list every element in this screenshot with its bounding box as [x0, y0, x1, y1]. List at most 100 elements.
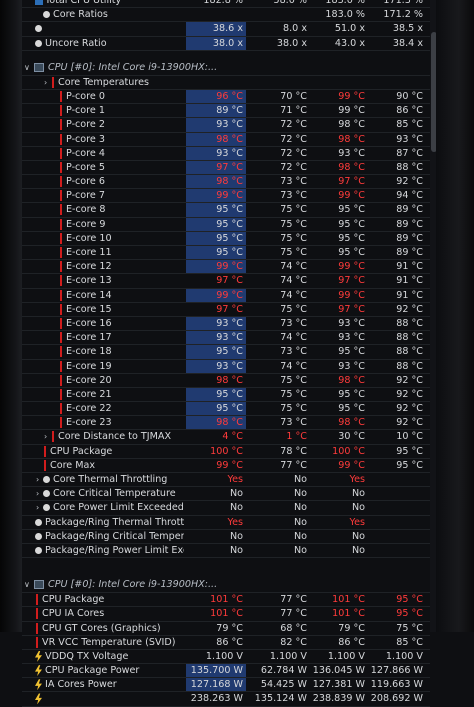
sensor-row[interactable]: CPU Package Power 135.700 W 62.784 W 136.04… [22, 664, 430, 679]
minimum-value: 75 °C [280, 403, 307, 415]
minimum-value: No [293, 530, 307, 542]
expand-chevron-icon[interactable]: › [36, 487, 39, 500]
sensor-row[interactable]: E-core 14 99 °C 74 °C 99 °C 91 °C [22, 288, 430, 303]
sensor-row[interactable]: E-core 9 95 °C 75 °C 95 °C 89 °C [22, 217, 430, 232]
sensor-row[interactable]: P-core 4 93 °C 72 °C 93 °C 87 °C [22, 146, 430, 161]
maximum-value: No [351, 530, 365, 542]
sensor-row[interactable]: Package/Ring Critical Temperature No No No [22, 530, 430, 544]
average-value [368, 76, 426, 89]
sensor-row[interactable]: P-core 6 98 °C 73 °C 97 °C 92 °C [22, 175, 430, 190]
current-value: 95 °C [186, 217, 246, 231]
maximum-value: 95 °C [338, 204, 365, 216]
sensor-row[interactable]: CPU Package 101 °C 77 °C 101 °C 95 °C [22, 593, 430, 608]
sensor-label: Core Critical Temperature [53, 488, 176, 500]
sensor-label: P-core 4 [66, 147, 105, 159]
minimum-value: No [293, 544, 307, 556]
thermometer-icon [60, 90, 62, 102]
sensor-row[interactable]: CPU GT Cores (Graphics) 79 °C 68 °C 79 °C 75… [22, 622, 430, 636]
expand-chevron-icon[interactable]: › [36, 501, 39, 514]
sensor-row[interactable]: CPU Package 100 °C 78 °C 100 °C 95 °C [22, 445, 430, 459]
sensor-row[interactable]: P-core 1 89 °C 71 °C 99 °C 86 °C [22, 104, 430, 119]
current-value: No [229, 502, 243, 514]
sensor-row[interactable]: Package/Ring Thermal Throttling Yes No Yes [22, 516, 430, 530]
sensor-row[interactable]: E-core 13 97 °C 74 °C 97 °C 91 °C [22, 274, 430, 289]
sensor-row[interactable]: P-core 3 98 °C 72 °C 98 °C 93 °C [22, 132, 430, 147]
expand-chevron-icon[interactable]: › [44, 76, 47, 89]
maximum-value: 99 °C [338, 459, 365, 471]
sensor-label: Core Max [50, 459, 96, 471]
sensor-row[interactable]: Uncore Ratio 38.0 x 38.0 x 43.0 x 38.4 x [22, 36, 430, 51]
sensor-row[interactable]: Core Ratios 183.0 % 171.2 % [22, 8, 430, 23]
sensor-group-header[interactable]: ∨ CPU [#0]: Intel Core i9-13900HX:... [22, 578, 430, 594]
sensor-row[interactable]: P-core 7 99 °C 73 °C 99 °C 94 °C [22, 189, 430, 204]
sensor-row[interactable]: Package/Ring Power Limit Exceeded No No No [22, 544, 430, 559]
sensor-row[interactable]: Total CPU Utility 182.8 % 58.0 % 183.0 % 171… [22, 0, 430, 9]
sensor-label: E-core 11 [66, 247, 112, 258]
expand-chevron-icon[interactable]: › [44, 430, 47, 443]
sensor-row[interactable]: VR VCC Temperature (SVID) 86 °C 82 °C 86 °C… [22, 636, 430, 650]
sensor-label: P-core 0 [66, 90, 105, 102]
sensor-row[interactable]: › Core Critical Temperature No No No [22, 487, 430, 502]
sensor-row[interactable]: VDDQ TX Voltage 1.100 V 1.100 V 1.100 V 1.10… [22, 650, 430, 665]
sensor-row[interactable]: E-core 23 98 °C 73 °C 98 °C 92 °C [22, 416, 430, 431]
current-value: 95 °C [186, 345, 246, 359]
maximum-value: 93 °C [338, 332, 365, 344]
average-value [368, 516, 426, 529]
sensor-row[interactable]: E-core 15 97 °C 75 °C 97 °C 92 °C [22, 303, 430, 317]
thermometer-icon [60, 261, 62, 273]
sensor-row[interactable]: E-core 20 98 °C 75 °C 98 °C 92 °C [22, 374, 430, 388]
sensor-row[interactable]: › Core Power Limit Exceeded No No No [22, 501, 430, 516]
sensor-row[interactable]: › Core Thermal Throttling Yes No Yes [22, 473, 430, 488]
average-value: 171.2 % [383, 9, 423, 21]
current-value: 101 °C [210, 594, 243, 606]
expand-chevron-icon[interactable]: › [36, 473, 39, 486]
current-value: 97 °C [186, 160, 246, 175]
sensor-row[interactable]: › Core Distance to TJMAX 4 °C 1 °C 30 °C 10 °… [22, 430, 430, 445]
sensor-row[interactable]: IA Cores Power 127.168 W 54.425 W 127.381 W… [22, 678, 430, 693]
thermometer-icon [60, 360, 62, 372]
average-value: 95 °C [396, 594, 423, 606]
sensor-row[interactable]: E-core 8 95 °C 75 °C 95 °C 89 °C [22, 203, 430, 218]
sensor-row[interactable]: P-core 2 93 °C 72 °C 98 °C 85 °C [22, 118, 430, 133]
sensor-row[interactable]: › Core Temperatures [22, 76, 430, 90]
minimum-value: 74 °C [280, 332, 307, 344]
sensor-row[interactable]: E-core 16 93 °C 73 °C 93 °C 88 °C [22, 316, 430, 332]
maximum-value: 183.0 % [325, 0, 365, 6]
collapse-chevron-icon[interactable]: ∨ [24, 61, 30, 75]
sensor-row[interactable]: E-core 11 95 °C 75 °C 95 °C 89 °C [22, 246, 430, 261]
collapse-chevron-icon[interactable]: ∨ [24, 578, 30, 592]
sensor-row[interactable]: E-core 12 99 °C 74 °C 99 °C 91 °C [22, 260, 430, 275]
minimum-value: 54.425 W [260, 679, 307, 691]
sensor-row[interactable]: E-core 22 95 °C 75 °C 95 °C 92 °C [22, 402, 430, 417]
maximum-value: 238.839 W [312, 693, 365, 705]
sensor-row[interactable]: E-core 19 93 °C 74 °C 93 °C 88 °C [22, 359, 430, 374]
sensor-row[interactable]: P-core 0 96 °C 70 °C 99 °C 90 °C [22, 89, 430, 105]
thermometer-icon [44, 445, 46, 457]
maximum-value: 136.045 W [312, 665, 365, 677]
current-value: Yes [227, 516, 244, 528]
sensor-row[interactable]: E-core 17 93 °C 74 °C 93 °C 88 °C [22, 331, 430, 346]
sensor-label: E-core 8 [66, 204, 106, 216]
sensor-label: P-core 1 [66, 105, 105, 117]
minimum-value: 72 °C [280, 147, 307, 159]
average-value: 91 °C [396, 275, 423, 287]
sensor-row[interactable]: 238.263 W 135.124 W 238.839 W 208.692 W [22, 692, 430, 707]
sensor-label: Core Temperatures [58, 76, 150, 88]
minimum-value: 75 °C [280, 218, 307, 230]
sensor-row[interactable]: E-core 10 95 °C 75 °C 95 °C 89 °C [22, 231, 430, 246]
sensor-row[interactable]: E-core 21 95 °C 75 °C 95 °C 92 °C [22, 387, 430, 403]
sensor-label: E-core 22 [66, 403, 112, 415]
sensor-row[interactable]: Core Max 99 °C 77 °C 99 °C 95 °C [22, 459, 430, 473]
average-value: 89 °C [396, 204, 423, 216]
maximum-value [312, 76, 368, 89]
maximum-value: 98 °C [338, 119, 365, 131]
sensor-row[interactable]: 38.6 x 8.0 x 51.0 x 38.5 x [22, 22, 430, 37]
average-value: 91 °C [396, 289, 423, 301]
sensor-row[interactable]: E-core 18 95 °C 73 °C 95 °C 88 °C [22, 345, 430, 360]
maximum-value: 101 °C [332, 608, 365, 620]
minimum-value: 68 °C [280, 622, 307, 634]
sensor-group-header[interactable]: ∨ CPU [#0]: Intel Core i9-13900HX:... [22, 61, 430, 76]
sensor-row[interactable]: P-core 5 97 °C 72 °C 98 °C 88 °C [22, 160, 430, 176]
sensor-row[interactable]: CPU IA Cores 101 °C 77 °C 101 °C 95 °C [22, 607, 430, 622]
average-value: 95 °C [396, 445, 423, 457]
